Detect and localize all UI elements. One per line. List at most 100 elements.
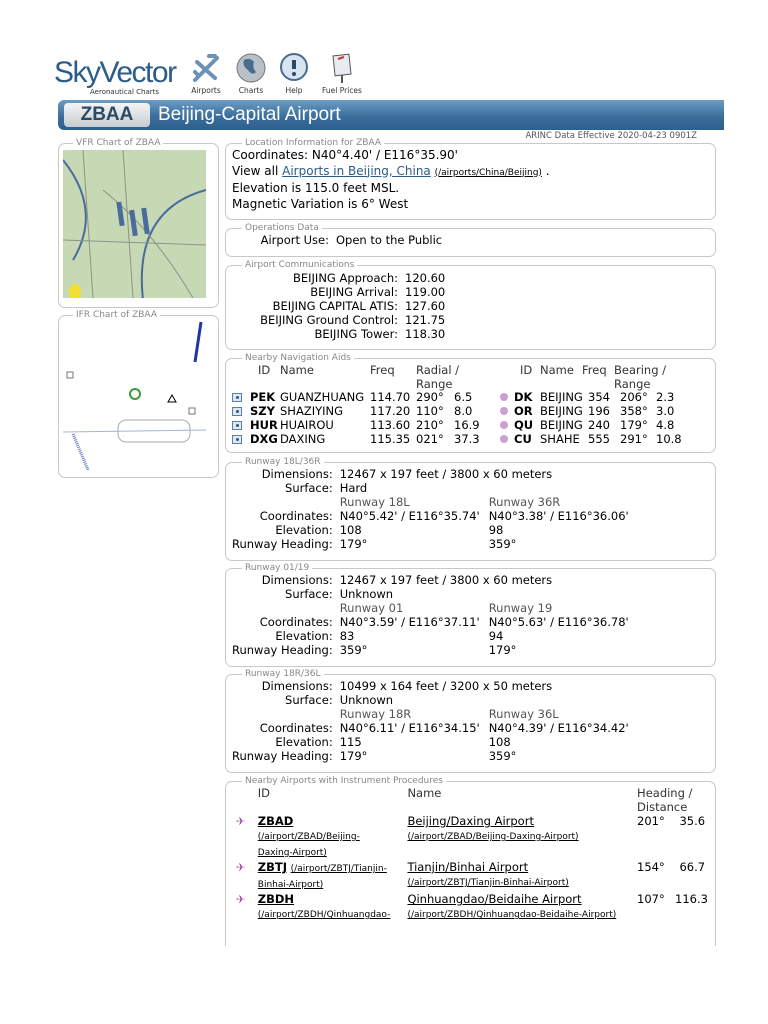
globe-icon	[236, 53, 266, 83]
airport-use-label: Airport Use:	[260, 233, 329, 247]
airport-distance: 66.7	[679, 860, 706, 874]
airport-procedure-icon: ✈	[236, 815, 246, 828]
runway-end-elevation: 94	[488, 629, 504, 643]
vor-freq: 117.20	[370, 404, 411, 418]
ifr-chart-thumbnail[interactable]	[63, 322, 206, 470]
airport-id-link[interactable]: ZBAD	[258, 814, 294, 828]
logo-subtitle: Aeronautical Charts	[90, 88, 160, 96]
comm-row: BEIJING Ground Control: 121.75	[232, 313, 445, 327]
col-id: ID	[257, 786, 271, 800]
airport-id-path-link[interactable]: (/airport/ZBAD/Beijing-	[258, 832, 360, 842]
page-title: Beijing-Capital Airport	[158, 104, 341, 125]
ndb-name: BEIJING	[540, 390, 583, 404]
view-all-suffix: .	[541, 163, 550, 178]
airport-name-path-link[interactable]: (/airport/ZBTJ/Tianjin-Binhai-Airport)	[407, 878, 568, 888]
comm-label: BEIJING Tower:	[314, 327, 399, 341]
location-info-legend: Location Information for ZBAA	[245, 138, 382, 148]
location-info-panel: Location Information for ZBAA Coordinate…	[225, 138, 716, 220]
airport-name-path-link[interactable]: (/airport/ZBAD/Beijing-Daxing-Airport)	[407, 832, 578, 842]
col-bearing: Bearing /	[614, 363, 667, 377]
airports-in-city-path[interactable]: (/airports/China/Beijing)	[435, 168, 542, 178]
dimensions-label: Dimensions:	[261, 467, 333, 481]
airport-id-link[interactable]: ZBDH	[258, 892, 294, 906]
vor-range: 8.0	[454, 404, 473, 418]
comm-label: BEIJING Arrival:	[310, 285, 398, 299]
elevation-label: Elevation:	[275, 523, 333, 537]
runway-panel: Runway 18L/36R Dimensions: 12467 x 197 fe…	[225, 457, 716, 561]
heading-label: Runway Heading:	[232, 537, 333, 551]
vor-icon	[232, 421, 242, 430]
nav-fuel-prices[interactable]: Fuel Prices	[320, 52, 364, 95]
nav-charts[interactable]: Charts	[229, 52, 273, 95]
runway-surface: Unknown	[339, 693, 394, 707]
col-radial: Radial /	[416, 363, 460, 377]
col-distance: Distance	[637, 800, 688, 814]
runway-dimensions: 10499 x 164 feet / 3200 x 50 meters	[339, 679, 553, 693]
airport-name-path-link[interactable]: (/airport/ZBDH/Qinhuangdao-Beidaihe-Airp…	[407, 910, 616, 920]
runway-end-elevation: 108	[339, 523, 362, 537]
ndb-id-link[interactable]: DK	[514, 390, 532, 404]
comm-freq: 127.60	[405, 299, 446, 313]
vor-id-link[interactable]: DXG	[250, 432, 278, 446]
nav-help[interactable]: Help	[272, 52, 316, 95]
vor-id-link[interactable]: PEK	[250, 390, 275, 404]
elevation-label: Elevation:	[275, 629, 333, 643]
airport-name-link[interactable]: Tianjin/Binhai Airport	[407, 860, 528, 874]
col-range: Range	[614, 377, 651, 391]
airport-id-path-link[interactable]: (/airport/ZBDH/Qinhuangdao-	[258, 910, 391, 920]
airport-distance: 35.6	[679, 814, 706, 828]
runway-end-coords: N40°3.59' / E116°37.11'	[339, 615, 480, 629]
coordinates: Coordinates: N40°4.40' / E116°35.90'	[232, 148, 458, 162]
surface-label: Surface:	[285, 587, 333, 601]
runway-panel: Runway 01/19 Dimensions: 12467 x 197 feet…	[225, 563, 716, 667]
vfr-chart-thumbnail[interactable]	[63, 150, 206, 298]
airports-in-city-link[interactable]: Airports in Beijing, China	[282, 164, 431, 178]
vor-freq: 115.35	[370, 432, 411, 446]
elevation-label: Elevation:	[275, 735, 333, 749]
airport-id-path-link-cont[interactable]: Daxing-Airport)	[258, 848, 327, 858]
ndb-id-link[interactable]: QU	[514, 418, 533, 432]
vor-icon	[232, 435, 242, 444]
vor-radial: 021°	[416, 432, 444, 446]
ndb-id-link[interactable]: CU	[514, 432, 532, 446]
skyvector-logo[interactable]: SkyVector	[54, 58, 177, 88]
ndb-bearing: 358°	[620, 404, 648, 418]
airport-name-link[interactable]: Qinhuangdao/Beidaihe Airport	[407, 892, 581, 906]
vor-id-link[interactable]: HUR	[250, 418, 278, 432]
airport-id-path-link-cont[interactable]: Binhai-Airport)	[258, 880, 323, 890]
nav-label: Help	[285, 86, 303, 95]
vor-id-link[interactable]: SZY	[250, 404, 275, 418]
runway-end-elevation: 115	[339, 735, 362, 749]
runway-end-name: Runway 18L	[339, 495, 410, 509]
ifr-chart-panel: IFR Chart of ZBAA	[58, 310, 219, 478]
vor-icon	[232, 393, 242, 402]
col-name: Name	[280, 363, 314, 377]
runway-end-heading: 359°	[339, 643, 368, 657]
vor-freq: 113.60	[370, 418, 411, 432]
comm-label: BEIJING CAPITAL ATIS:	[272, 299, 398, 313]
comm-freq: 120.60	[405, 271, 446, 285]
col-freq: Freq	[370, 363, 395, 377]
view-all-prefix: View all	[232, 163, 283, 178]
nearby-airports-legend: Nearby Airports with Instrument Procedur…	[245, 776, 443, 786]
runway-end-heading: 359°	[488, 537, 517, 551]
nav-airports[interactable]: Airports	[184, 52, 228, 95]
airport-name-link[interactable]: Beijing/Daxing Airport	[407, 814, 534, 828]
comm-row: BEIJING Arrival: 119.00	[232, 285, 445, 299]
coordinates-label: Coordinates:	[259, 721, 333, 735]
ndb-icon	[500, 435, 508, 443]
runway-end-name: Runway 18R	[339, 707, 412, 721]
col-id: ID	[520, 363, 533, 377]
runway-end-coords: N40°6.11' / E116°34.15'	[339, 721, 480, 735]
airport-id-path-link[interactable]: (/airport/ZBTJ/Tianjin-	[291, 864, 387, 874]
ndb-id-link[interactable]: OR	[514, 404, 533, 418]
runway-end-name: Runway 36L	[488, 707, 559, 721]
nearby-airport-row: ✈ ZBDH (/airport/ZBDH/Qinhuangdao- Qinhua…	[236, 892, 709, 922]
airport-id-link[interactable]: ZBTJ	[258, 860, 287, 874]
runway-surface: Unknown	[339, 587, 394, 601]
vor-freq: 114.70	[370, 390, 411, 404]
ndb-name: BEIJING	[540, 404, 583, 418]
runway-end-coords: N40°5.63' / E116°36.78'	[488, 615, 629, 629]
nav-label: Fuel Prices	[322, 86, 362, 95]
vfr-chart-panel: VFR Chart of ZBAA	[58, 138, 219, 308]
